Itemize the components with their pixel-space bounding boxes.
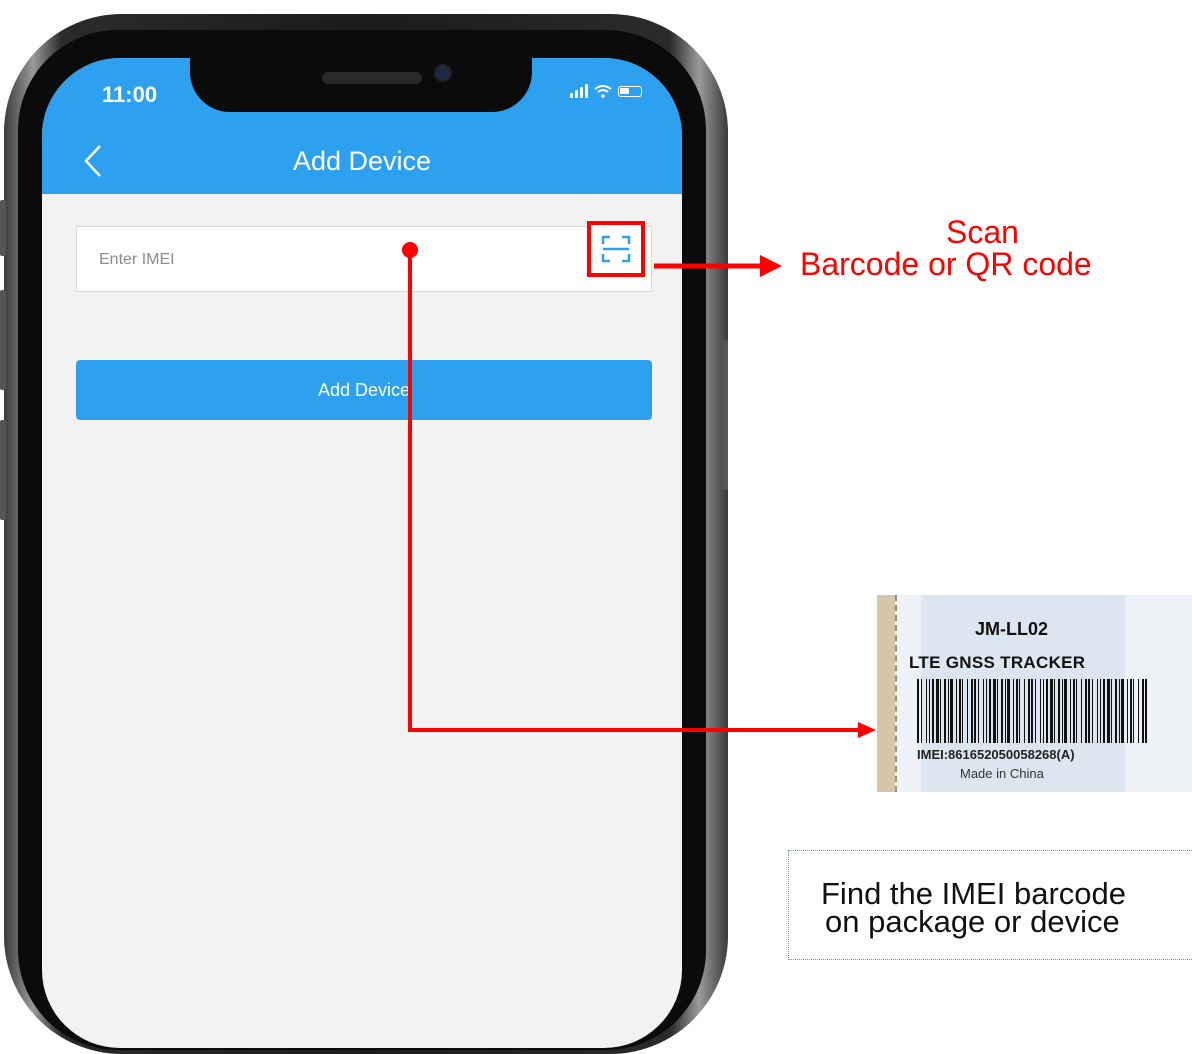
scan-annotation-label: Scan Barcode or QR code <box>800 216 1190 280</box>
scan-arrow-head <box>760 255 782 277</box>
label-model: JM-LL02 <box>975 619 1049 639</box>
earpiece-speaker <box>322 72 422 84</box>
label-product: LTE GNSS TRACKER <box>909 653 1086 672</box>
label-imei: IMEI:861652050058268(A) <box>917 747 1075 762</box>
imei-connector-line <box>408 250 860 732</box>
imei-arrow-head <box>858 722 876 738</box>
find-imei-note: Find the IMEI barcode on package or devi… <box>788 850 1192 960</box>
scan-label-line2: Barcode or QR code <box>800 246 1092 282</box>
find-note-line2: on package or device <box>825 904 1120 939</box>
label-origin: Made in China <box>960 766 1044 781</box>
scan-label-line1: Scan <box>946 214 1019 250</box>
label-tape-edge <box>877 595 895 792</box>
front-camera <box>436 66 450 80</box>
notch <box>190 58 532 112</box>
barcode-image <box>917 679 1147 743</box>
label-perforation <box>895 595 897 792</box>
device-label-photo: JM-LL02 LTE GNSS TRACKER IMEI:8616520500… <box>877 595 1192 792</box>
